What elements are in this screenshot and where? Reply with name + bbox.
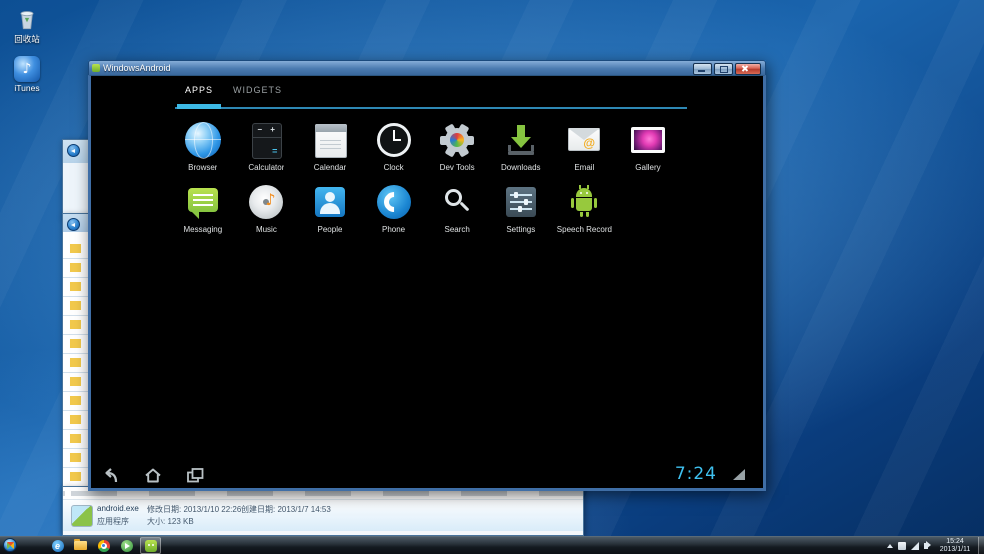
windowsandroid-window: WindowsAndroid APPS WIDGETS Browser Calc… xyxy=(88,60,766,491)
android-robot-icon xyxy=(564,182,604,222)
show-desktop-button[interactable] xyxy=(978,537,984,554)
window-titlebar[interactable]: WindowsAndroid xyxy=(88,60,766,75)
media-player-icon xyxy=(121,540,133,552)
app-browser[interactable]: Browser xyxy=(171,120,235,182)
app-gallery[interactable]: Gallery xyxy=(616,120,680,182)
file-name: android.exe xyxy=(97,504,139,513)
calculator-icon xyxy=(246,120,286,160)
recents-button[interactable] xyxy=(183,465,207,485)
file-modified-date: 修改日期: 2013/1/10 22:26 xyxy=(147,504,241,515)
tab-widgets[interactable]: WIDGETS xyxy=(233,85,282,95)
start-button[interactable] xyxy=(3,538,17,552)
taskbar-windowsandroid[interactable] xyxy=(140,537,161,554)
recycle-bin-icon xyxy=(14,6,40,32)
envelope-icon xyxy=(564,120,604,160)
taskbar-chrome[interactable] xyxy=(94,538,113,553)
clock-date: 2013/1/11 xyxy=(934,546,976,554)
taskbar-media-player[interactable] xyxy=(117,538,136,553)
back-nav-icon xyxy=(67,144,80,157)
browser-icon xyxy=(183,120,223,160)
recents-icon xyxy=(185,467,205,484)
app-email[interactable]: Email xyxy=(553,120,617,182)
tray-app-icon[interactable] xyxy=(898,542,906,550)
system-tray xyxy=(887,537,928,554)
network-icon[interactable] xyxy=(911,542,919,550)
volume-icon[interactable] xyxy=(924,543,928,549)
file-created-date: 创建日期: 2013/1/7 14:53 xyxy=(241,504,331,515)
back-icon xyxy=(101,467,121,484)
file-type: 应用程序 xyxy=(97,516,129,527)
app-music[interactable]: Music xyxy=(235,182,299,244)
status-clock: 7:24 xyxy=(675,464,717,484)
taskbar-clock[interactable]: 15:24 2013/1/11 xyxy=(934,538,976,553)
sliders-icon xyxy=(501,182,541,222)
details-pane: android.exe 修改日期: 2013/1/10 22:26 创建日期: … xyxy=(63,500,583,531)
photo-icon xyxy=(628,120,668,160)
calendar-icon xyxy=(310,120,350,160)
windows-flag-icon xyxy=(7,542,14,549)
clock-icon xyxy=(374,120,414,160)
launcher-tabs: APPS WIDGETS xyxy=(185,85,282,95)
chrome-icon xyxy=(98,540,110,552)
android-screen: APPS WIDGETS Browser Calculator Calendar… xyxy=(88,75,766,491)
app-downloads[interactable]: Downloads xyxy=(489,120,553,182)
gear-icon xyxy=(437,120,477,160)
app-calendar[interactable]: Calendar xyxy=(298,120,362,182)
maximize-button[interactable] xyxy=(714,63,733,75)
taskbar-explorer[interactable] xyxy=(71,538,90,553)
signal-icon xyxy=(733,469,745,480)
phone-handset-icon xyxy=(374,182,414,222)
itunes-icon: ♪ xyxy=(14,56,40,82)
magnifier-icon xyxy=(437,182,477,222)
file-icon xyxy=(71,505,93,527)
app-speech-record[interactable]: Speech Record xyxy=(553,182,617,244)
app-calculator[interactable]: Calculator xyxy=(235,120,299,182)
desktop-icon-recycle-bin[interactable]: 回收站 xyxy=(4,6,50,45)
minimize-button[interactable] xyxy=(693,63,712,75)
desktop-icon-itunes[interactable]: ♪ iTunes xyxy=(4,56,50,93)
active-tab-underline xyxy=(177,104,221,109)
explorer-window[interactable]: android.exe 修改日期: 2013/1/10 22:26 创建日期: … xyxy=(62,486,584,536)
app-settings[interactable]: Settings xyxy=(489,182,553,244)
chat-bubble-icon xyxy=(183,182,223,222)
download-icon xyxy=(501,120,541,160)
file-size: 大小: 123 KB xyxy=(147,516,194,527)
app-clock[interactable]: Clock xyxy=(362,120,426,182)
home-button[interactable] xyxy=(141,465,165,485)
desktop-icon-label: iTunes xyxy=(4,83,50,93)
app-grid: Browser Calculator Calendar Clock Dev To… xyxy=(171,120,680,244)
desktop-icon-label: 回收站 xyxy=(4,33,50,45)
app-messaging[interactable]: Messaging xyxy=(171,182,235,244)
home-icon xyxy=(143,467,163,484)
window-controls xyxy=(693,63,761,75)
taskbar-internet-explorer[interactable]: e xyxy=(48,538,67,553)
window-title: WindowsAndroid xyxy=(103,63,171,73)
taskbar: e 15:24 2013/1/11 xyxy=(0,536,984,554)
app-phone[interactable]: Phone xyxy=(362,182,426,244)
music-note-icon xyxy=(246,182,286,222)
app-search[interactable]: Search xyxy=(425,182,489,244)
app-dev-tools[interactable]: Dev Tools xyxy=(425,120,489,182)
clock-time: 15:24 xyxy=(934,538,976,546)
back-nav-icon xyxy=(67,218,80,231)
tab-divider-line xyxy=(175,107,687,109)
window-icon xyxy=(92,64,100,72)
folder-icon xyxy=(74,541,87,550)
desktop: { "desktop": { "recycle_label": "回收站", "… xyxy=(0,0,984,554)
tray-expand-icon[interactable] xyxy=(887,544,893,548)
close-button[interactable] xyxy=(735,63,761,75)
taskbar-buttons: e xyxy=(48,537,161,554)
app-people[interactable]: People xyxy=(298,182,362,244)
android-navbar: 7:24 xyxy=(91,462,763,488)
tab-apps[interactable]: APPS xyxy=(185,85,213,95)
android-app-icon xyxy=(145,540,157,552)
internet-explorer-icon: e xyxy=(52,540,64,552)
back-button[interactable] xyxy=(99,465,123,485)
person-icon xyxy=(310,182,350,222)
